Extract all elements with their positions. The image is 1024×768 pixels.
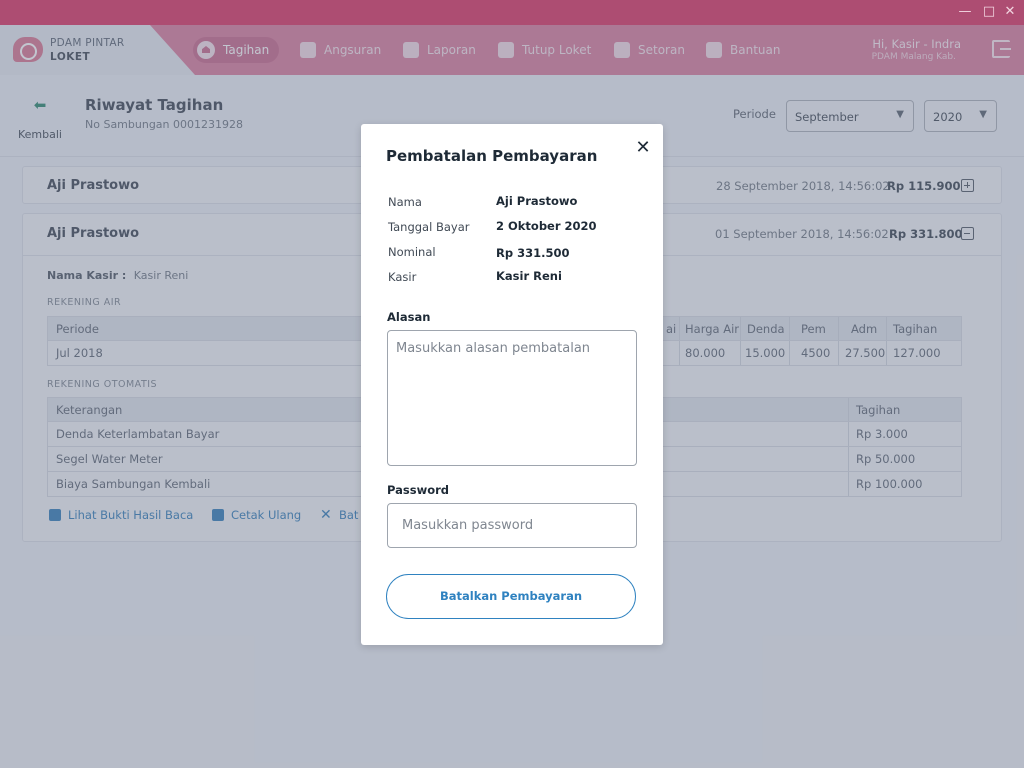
password-input[interactable] (387, 503, 637, 548)
field-label-tanggal: Tanggal Bayar (388, 220, 470, 234)
window-titlebar: — □ ✕ (0, 0, 1024, 25)
field-value-kasir: Kasir Reni (496, 269, 562, 283)
cancel-payment-button[interactable]: Batalkan Pembayaran (386, 574, 636, 619)
field-label-nominal: Nominal (388, 245, 436, 259)
field-value-nominal: Rp 331.500 (496, 246, 570, 260)
close-icon[interactable]: ✕ (633, 138, 653, 158)
close-window-icon[interactable]: ✕ (1002, 4, 1018, 20)
password-label: Password (387, 483, 449, 497)
minimize-icon[interactable]: — (957, 4, 973, 20)
field-label-nama: Nama (388, 195, 422, 209)
maximize-icon[interactable]: □ (981, 4, 997, 20)
field-value-nama: Aji Prastowo (496, 194, 578, 208)
field-label-kasir: Kasir (388, 270, 417, 284)
alasan-label: Alasan (387, 310, 431, 324)
modal-title: Pembatalan Pembayaran (386, 147, 598, 165)
cancel-payment-modal: Pembatalan Pembayaran ✕ Nama Aji Prastow… (361, 124, 663, 645)
alasan-textarea[interactable] (387, 330, 637, 466)
field-value-tanggal: 2 Oktober 2020 (496, 219, 597, 233)
